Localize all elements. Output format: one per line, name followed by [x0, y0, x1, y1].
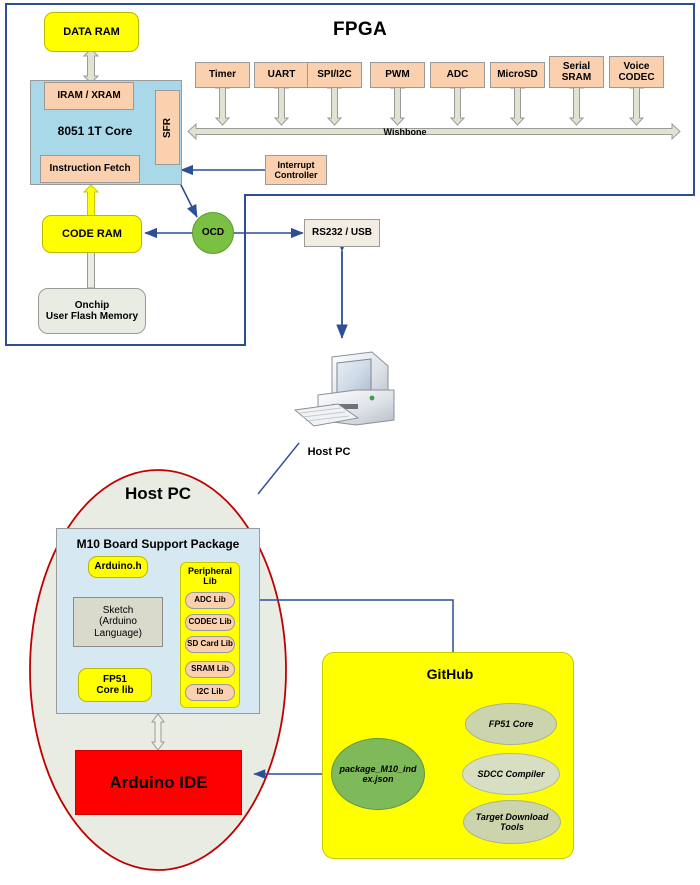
codec-lib-block[interactable]: CODEC Lib — [185, 614, 235, 631]
host-computer-icon — [293, 351, 395, 427]
hostpc-leader-line — [257, 442, 300, 495]
fpga-title: FPGA — [333, 19, 387, 41]
code-ram-fetch-arrow — [82, 184, 100, 217]
data-ram-block[interactable]: DATA RAM — [44, 12, 139, 52]
peripheral-timer[interactable]: Timer — [195, 62, 250, 88]
instruction-fetch-block[interactable]: Instruction Fetch — [40, 155, 140, 183]
peripheral-voice-codec[interactable]: Voice CODEC — [609, 56, 664, 88]
rs232-usb-block[interactable]: RS232 / USB — [304, 219, 380, 247]
core-8051-label: 8051 1T Core — [57, 124, 133, 139]
data-ram-arrow — [82, 48, 100, 84]
wishbone-label: Wishbone — [383, 126, 427, 137]
host-pc-title: Host PC — [124, 484, 192, 504]
sram-lib-block[interactable]: SRAM Lib — [185, 661, 235, 678]
onchip-flash-block[interactable]: Onchip User Flash Memory — [38, 288, 146, 334]
host-pc-caption: Host PC — [307, 445, 351, 458]
peripheral-pwm[interactable]: PWM — [370, 62, 425, 88]
peripheral-lib-title: Peripheral Lib — [187, 565, 233, 586]
fp51-core-lib-block[interactable]: FP51 Core lib — [78, 668, 152, 702]
peripheral-uart[interactable]: UART — [254, 62, 309, 88]
peripheral-adc[interactable]: ADC — [430, 62, 485, 88]
github-target-download-tools[interactable]: Target Download Tools — [463, 800, 561, 844]
sfr-block[interactable]: SFR — [155, 90, 180, 165]
ocd-block[interactable]: OCD — [192, 212, 234, 254]
peripheral-spi-i2c[interactable]: SPI/I2C — [307, 62, 362, 88]
diagram-canvas: FPGA DATA RAM 8051 1T Core IRAM / XRAM S… — [0, 0, 700, 885]
package-json-block[interactable]: package_M10_ind ex.json — [331, 738, 425, 810]
arduino-ide-block[interactable]: Arduino IDE — [75, 750, 242, 815]
peripheral-microsd[interactable]: MicroSD — [490, 62, 545, 88]
i2c-lib-block[interactable]: I2C Lib — [185, 684, 235, 701]
github-sdcc-compiler[interactable]: SDCC Compiler — [462, 753, 560, 795]
iram-xram-block[interactable]: IRAM / XRAM — [44, 82, 134, 110]
arduino-h-block[interactable]: Arduino.h — [88, 556, 148, 578]
github-title: GitHub — [426, 666, 474, 683]
sketch-block[interactable]: Sketch (Arduino Language) — [73, 597, 163, 647]
peripheral-serial-sram[interactable]: Serial SRAM — [549, 56, 604, 88]
sd-card-lib-block[interactable]: SD Card Lib — [185, 636, 235, 653]
code-ram-block[interactable]: CODE RAM — [42, 215, 142, 253]
bsp-title: M10 Board Support Package — [76, 537, 240, 552]
github-fp51-core[interactable]: FP51 Core — [465, 703, 557, 745]
interrupt-controller-block[interactable]: Interrupt Controller — [265, 155, 327, 185]
bsp-ide-arrow — [151, 713, 165, 751]
adc-lib-block[interactable]: ADC Lib — [185, 592, 235, 609]
